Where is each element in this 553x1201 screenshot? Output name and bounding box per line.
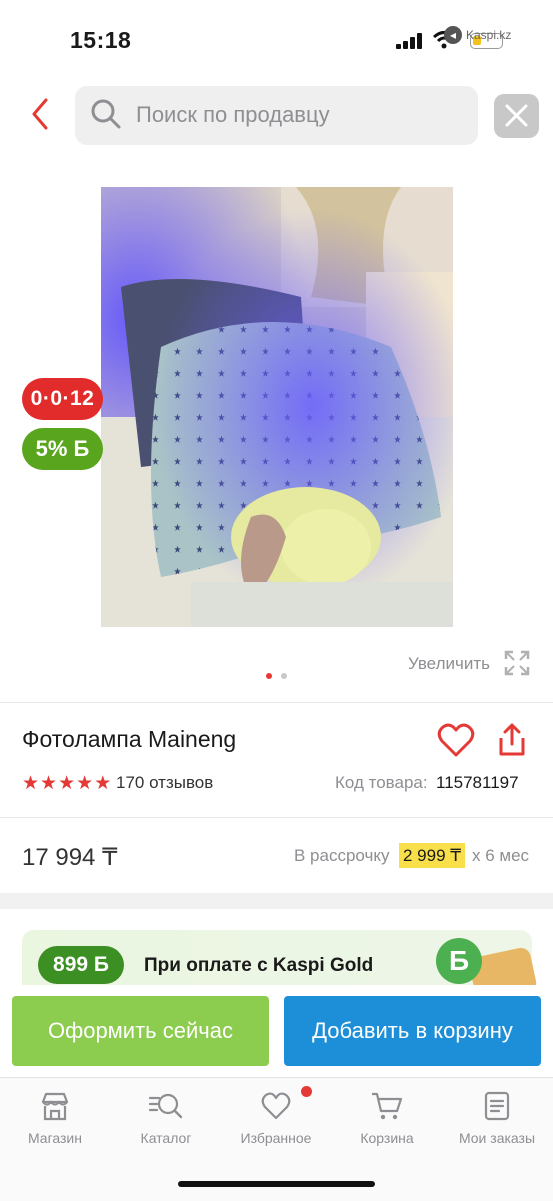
back-to-app-icon: ◂ <box>444 26 462 44</box>
cellular-signal-icon <box>396 33 422 49</box>
installment-term: х 6 мес <box>472 846 530 865</box>
orders-icon <box>484 1091 510 1121</box>
star-icon: ★ <box>94 773 112 794</box>
star-icon: ★ <box>40 773 58 794</box>
star-icon: ★ <box>58 773 76 794</box>
tab-catalog-label: Каталог <box>140 1130 192 1146</box>
source-app-tag[interactable]: ◂ Kaspi.kz <box>444 26 511 44</box>
favorite-heart-button[interactable] <box>437 722 475 758</box>
tab-favorites-label: Избранное <box>240 1130 312 1146</box>
enlarge-label[interactable]: Увеличить <box>408 654 490 674</box>
gallery-dot-active[interactable] <box>266 673 272 679</box>
sku-value: 115781197 <box>436 773 519 792</box>
search-icon <box>91 99 121 129</box>
sku-label: Код товара: <box>335 773 428 792</box>
tab-cart-label: Корзина <box>360 1130 414 1146</box>
product-photo[interactable] <box>101 187 453 627</box>
bonus-coin-icon: Б <box>436 938 482 984</box>
status-time: 15:18 <box>70 27 132 53</box>
gold-bonus-badge: 899 Б <box>38 946 124 984</box>
installment-amount: 2 999 ₸ <box>399 843 466 868</box>
tab-cart[interactable]: Корзина <box>337 1090 437 1146</box>
back-button[interactable] <box>26 96 56 132</box>
section-separator <box>0 893 553 909</box>
tab-shop-label: Магазин <box>27 1130 82 1146</box>
catalog-search-icon <box>148 1093 183 1119</box>
star-icon: ★ <box>76 773 94 794</box>
gold-promo-text: При оплате с Kaspi Gold <box>144 955 374 976</box>
heart-icon <box>261 1092 291 1120</box>
product-title: Фотолампа Maineng <box>22 726 237 752</box>
bonus-badge: 5% Б <box>22 428 103 470</box>
star-icon: ★ <box>22 773 40 794</box>
home-indicator[interactable] <box>178 1181 375 1187</box>
installment-label: В рассрочку <box>294 846 390 865</box>
expand-icon[interactable] <box>503 649 531 677</box>
tab-orders-label: Мои заказы <box>458 1130 536 1146</box>
tab-catalog[interactable]: Каталог <box>116 1090 216 1146</box>
source-app-label: Kaspi.kz <box>466 28 512 42</box>
buy-now-button[interactable]: Оформить сейчас <box>12 996 269 1066</box>
timer-badge: 0·0·12 <box>22 378 103 420</box>
share-button[interactable] <box>496 722 528 758</box>
tab-orders[interactable]: Мои заказы <box>447 1090 547 1146</box>
close-icon <box>505 104 528 127</box>
rating-stars: ★ ★ ★ ★ ★ <box>22 772 111 795</box>
notification-dot <box>301 1086 312 1097</box>
reviews-link[interactable]: 170 отзывов <box>116 773 213 793</box>
tab-favorites[interactable]: Избранное <box>226 1090 326 1146</box>
clear-search-button[interactable] <box>494 94 539 138</box>
tab-shop[interactable]: Магазин <box>5 1090 105 1146</box>
search-input[interactable] <box>136 100 456 130</box>
divider <box>0 702 553 703</box>
product-price: 17 994 ₸ <box>22 844 118 871</box>
cart-icon <box>372 1092 403 1120</box>
shop-icon <box>41 1092 69 1121</box>
add-to-cart-button[interactable]: Добавить в корзину <box>284 996 541 1066</box>
divider <box>0 817 553 818</box>
gallery-dot[interactable] <box>281 673 287 679</box>
